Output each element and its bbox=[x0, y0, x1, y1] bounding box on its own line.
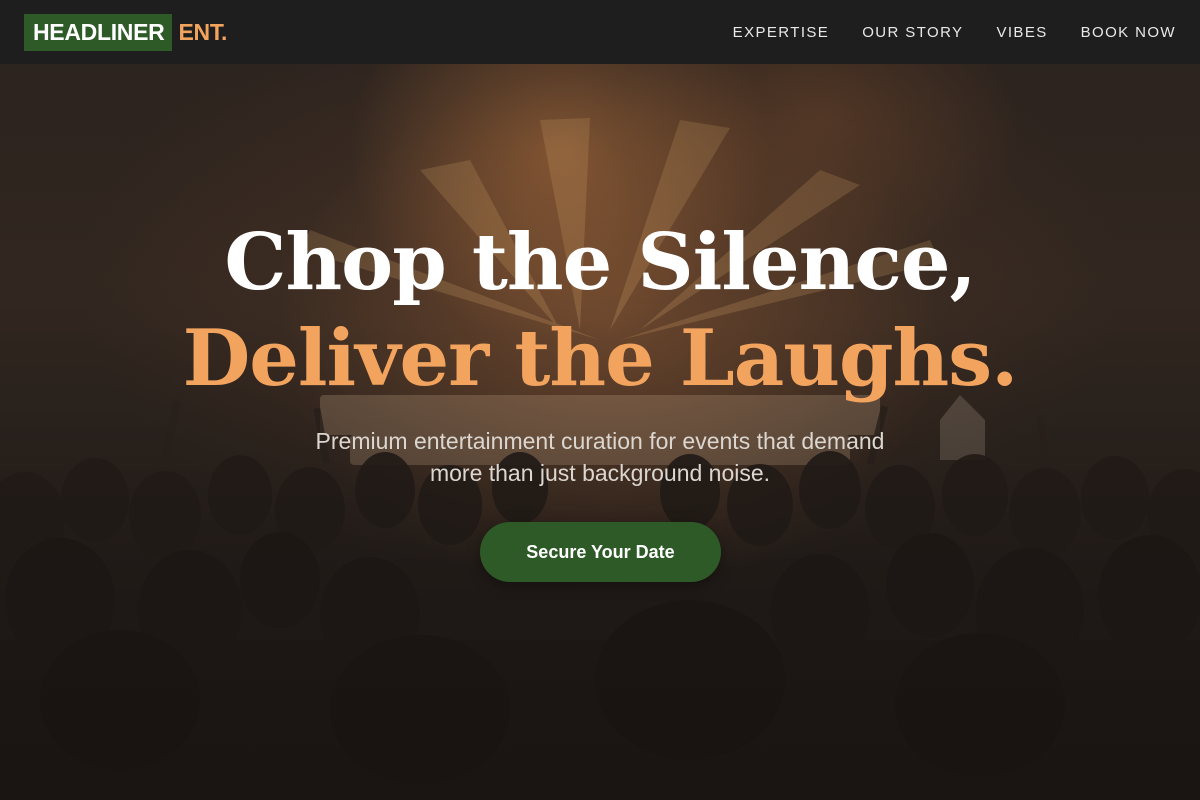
hero-headline-line-2: Deliver the Laughs. bbox=[182, 313, 1019, 404]
nav-item-expertise[interactable]: EXPERTISE bbox=[733, 24, 830, 41]
nav-item-vibes[interactable]: VIBES bbox=[996, 24, 1047, 41]
nav-item-our-story[interactable]: OUR STORY bbox=[862, 24, 963, 41]
landing-page: HEADLINER ENT. EXPERTISE OUR STORY VIBES… bbox=[0, 0, 1200, 800]
main-nav: EXPERTISE OUR STORY VIBES BOOK NOW bbox=[700, 24, 1176, 41]
nav-item-book-now[interactable]: BOOK NOW bbox=[1081, 24, 1176, 41]
hero-headline: Chop the Silence, Deliver the Laughs. bbox=[0, 215, 1200, 407]
hero-tagline: Premium entertainment curation for event… bbox=[315, 428, 885, 486]
brand-name: HEADLINER bbox=[24, 13, 173, 51]
brand-suffix: ENT. bbox=[178, 18, 228, 45]
top-navbar: HEADLINER ENT. EXPERTISE OUR STORY VIBES… bbox=[0, 0, 1200, 64]
hero-headline-line-1: Chop the Silence, bbox=[224, 217, 976, 308]
hero-section: Chop the Silence, Deliver the Laughs. Pr… bbox=[0, 0, 1200, 800]
brand-logo-link[interactable]: HEADLINER ENT. bbox=[24, 13, 228, 51]
secure-date-button[interactable]: Secure Your Date bbox=[480, 522, 721, 582]
